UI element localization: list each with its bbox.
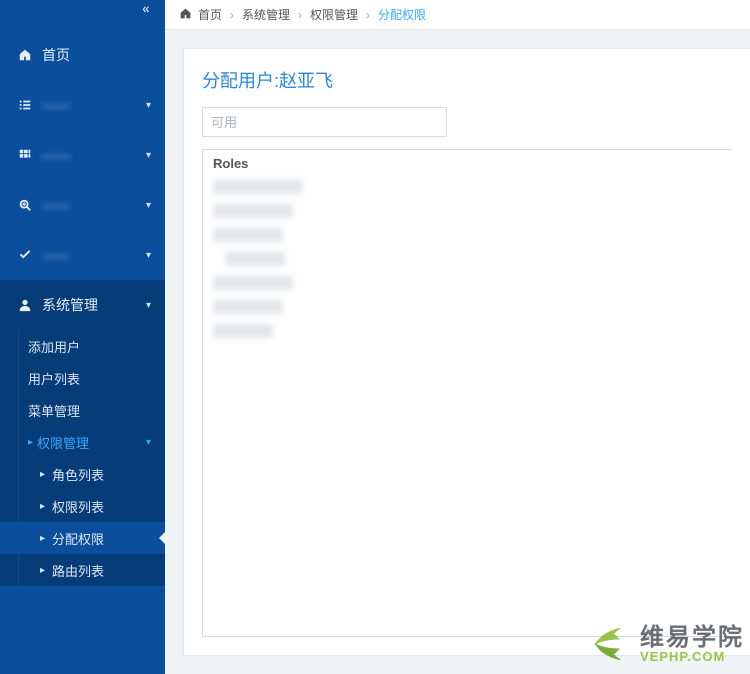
list-icon bbox=[14, 98, 36, 112]
ss-route-list-label: 路由列表 bbox=[52, 561, 104, 580]
nav-system-submenu: 添加用户 用户列表 菜单管理 ▸ 权限管理 ▾ ▸ 角色列表 ▸ 权限列表 ▸ … bbox=[0, 330, 165, 586]
sub-menu-manage-label: 菜单管理 bbox=[28, 401, 80, 420]
nav-blurred-4[interactable]: —— ▾ bbox=[0, 230, 165, 280]
chevron-down-icon: ▾ bbox=[146, 437, 151, 448]
nav-blurred-1-label: —— bbox=[36, 97, 146, 113]
nav-blurred-1[interactable]: —— ▾ bbox=[0, 80, 165, 130]
panel: 分配用户:赵亚飞 Roles bbox=[183, 48, 750, 656]
chevron-down-icon: ▾ bbox=[146, 200, 151, 211]
nav-blurred-2[interactable]: —— ▾ bbox=[0, 130, 165, 180]
role-option[interactable] bbox=[213, 247, 722, 271]
bc-current: 分配权限 bbox=[378, 6, 426, 23]
nav-system[interactable]: 系统管理 ▾ bbox=[0, 280, 165, 330]
collapse-icon: « bbox=[143, 0, 150, 16]
bc-sep: › bbox=[366, 8, 370, 22]
roles-listbox[interactable]: Roles bbox=[202, 149, 732, 637]
role-option[interactable] bbox=[213, 223, 722, 247]
chevron-down-icon: ▾ bbox=[146, 250, 151, 261]
perm-submenu: ▸ 角色列表 ▸ 权限列表 ▸ 分配权限 ▸ 路由列表 bbox=[0, 458, 165, 586]
check-icon bbox=[14, 248, 36, 262]
sub-user-list[interactable]: 用户列表 bbox=[0, 362, 165, 394]
roles-header: Roles bbox=[213, 156, 722, 171]
caret-right-icon: ▸ bbox=[40, 565, 52, 576]
chevron-down-icon: ▾ bbox=[146, 300, 151, 311]
bc-perm[interactable]: 权限管理 bbox=[310, 6, 358, 23]
sub-add-user[interactable]: 添加用户 bbox=[0, 330, 165, 362]
caret-right-icon: ▸ bbox=[40, 501, 52, 512]
ss-assign-perm-label: 分配权限 bbox=[52, 529, 104, 548]
sidebar-collapse[interactable]: « bbox=[0, 0, 165, 30]
user-icon bbox=[14, 298, 36, 312]
nav-blurred-3-label: —— bbox=[36, 197, 146, 213]
nav-home-label: 首页 bbox=[36, 45, 151, 65]
nav-home[interactable]: 首页 bbox=[0, 30, 165, 80]
bc-sep: › bbox=[298, 8, 302, 22]
sub-user-list-label: 用户列表 bbox=[28, 369, 80, 388]
nav-blurred-4-label: —— bbox=[36, 247, 146, 263]
bc-sep: › bbox=[230, 8, 234, 22]
sub-menu-manage[interactable]: 菜单管理 bbox=[0, 394, 165, 426]
role-option[interactable] bbox=[213, 175, 722, 199]
main-area: 首页 › 系统管理 › 权限管理 › 分配权限 分配用户:赵亚飞 Roles 维… bbox=[165, 0, 750, 674]
content-wrap: 分配用户:赵亚飞 Roles bbox=[165, 30, 750, 674]
ss-perm-list[interactable]: ▸ 权限列表 bbox=[0, 490, 165, 522]
caret-right-icon: ▸ bbox=[28, 437, 33, 448]
ss-perm-list-label: 权限列表 bbox=[52, 497, 104, 516]
home-icon bbox=[14, 48, 36, 62]
ss-route-list[interactable]: ▸ 路由列表 bbox=[0, 554, 165, 586]
sub-add-user-label: 添加用户 bbox=[28, 337, 80, 356]
chevron-down-icon: ▾ bbox=[146, 150, 151, 161]
panel-title: 分配用户:赵亚飞 bbox=[202, 67, 732, 93]
caret-right-icon: ▸ bbox=[40, 533, 52, 544]
role-option[interactable] bbox=[213, 295, 722, 319]
bc-home[interactable]: 首页 bbox=[198, 6, 222, 23]
chevron-down-icon: ▾ bbox=[146, 100, 151, 111]
nav-blurred-3[interactable]: —— ▾ bbox=[0, 180, 165, 230]
available-search-input[interactable] bbox=[202, 107, 447, 137]
sub-perm-manage[interactable]: ▸ 权限管理 ▾ bbox=[0, 426, 165, 458]
caret-right-icon: ▸ bbox=[40, 469, 52, 480]
home-icon bbox=[179, 7, 192, 23]
nav-system-label: 系统管理 bbox=[36, 295, 146, 315]
nav-blurred-2-label: —— bbox=[36, 147, 146, 163]
sub-perm-manage-label: 权限管理 bbox=[37, 433, 89, 452]
sidebar: « 首页 —— ▾ —— ▾ —— ▾ —— ▾ bbox=[0, 0, 165, 674]
grid-icon bbox=[14, 148, 36, 162]
ss-role-list[interactable]: ▸ 角色列表 bbox=[0, 458, 165, 490]
ss-role-list-label: 角色列表 bbox=[52, 465, 104, 484]
role-option[interactable] bbox=[213, 271, 722, 295]
bc-sys[interactable]: 系统管理 bbox=[242, 6, 290, 23]
zoom-icon bbox=[14, 198, 36, 212]
role-option[interactable] bbox=[213, 199, 722, 223]
role-option[interactable] bbox=[213, 319, 722, 343]
breadcrumb: 首页 › 系统管理 › 权限管理 › 分配权限 bbox=[165, 0, 750, 30]
ss-assign-perm[interactable]: ▸ 分配权限 bbox=[0, 522, 165, 554]
